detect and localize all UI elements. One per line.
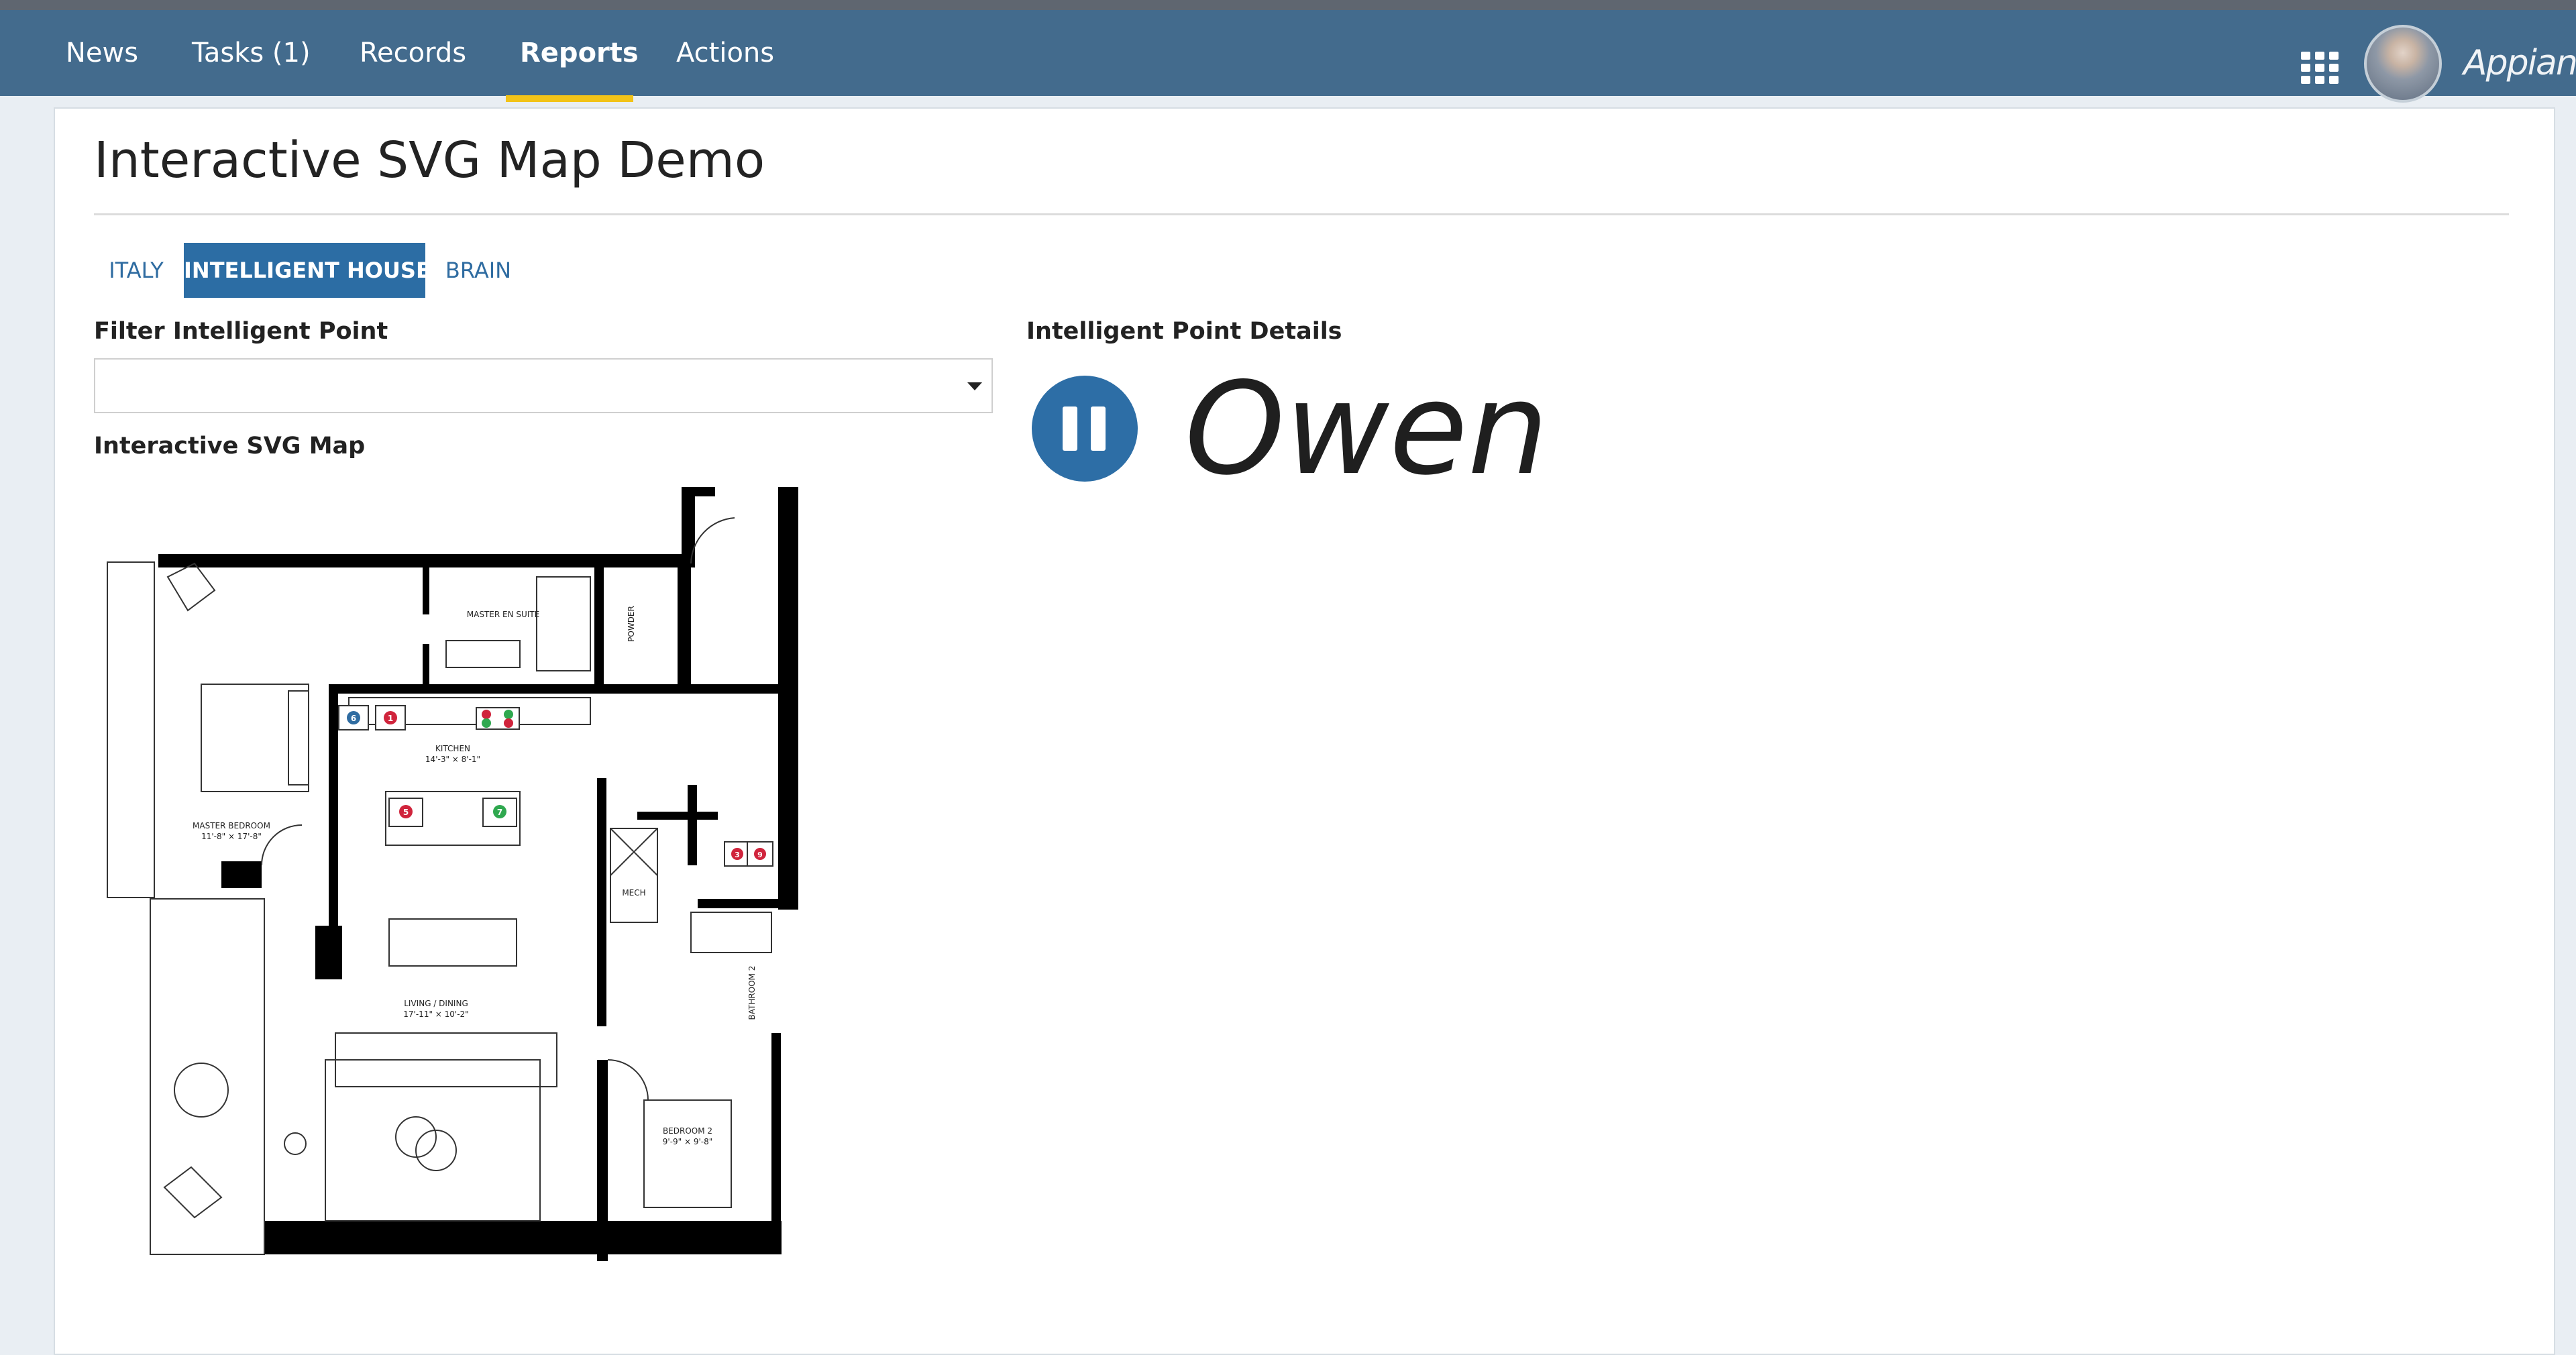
- bedroom2-bed: [643, 1099, 732, 1208]
- room-label-kitchen-dims: 14'-3" × 8'-1": [425, 755, 480, 764]
- vanity: [445, 640, 521, 668]
- intelligent-point-6[interactable]: 6: [338, 705, 369, 730]
- wall: [265, 1221, 782, 1254]
- bed-pillows: [288, 690, 309, 785]
- room-label-master-bedroom: MASTER BEDROOM: [193, 821, 270, 830]
- title-divider: [94, 213, 2509, 215]
- wall: [688, 785, 697, 865]
- balcony: [107, 561, 155, 898]
- svg-text:5: 5: [403, 808, 409, 817]
- svg-text:6: 6: [351, 714, 356, 723]
- page-title: Interactive SVG Map Demo: [94, 131, 765, 189]
- intelligent-point-9[interactable]: 9: [747, 841, 773, 867]
- room-label-bedroom2-dims: 9'-9" × 9'-8": [663, 1137, 713, 1146]
- intelligent-point-5[interactable]: 5: [388, 798, 423, 827]
- wall: [682, 487, 695, 567]
- active-nav-indicator: [506, 95, 633, 102]
- table-chair: [174, 1063, 229, 1118]
- appian-logo: Appian: [2463, 43, 2576, 83]
- nav-reports[interactable]: Reports: [520, 10, 639, 96]
- wall: [637, 812, 718, 820]
- wall: [423, 567, 429, 614]
- svg-text:1: 1: [388, 714, 393, 723]
- ensuite-shower: [536, 576, 591, 671]
- map-label: Interactive SVG Map: [94, 433, 366, 459]
- filter-label: Filter Intelligent Point: [94, 318, 388, 345]
- room-label-powder: POWDER: [627, 606, 636, 642]
- interactive-svg-map[interactable]: MASTER EN SUITE POWDER KITCHEN 14'-3" × …: [101, 483, 805, 1261]
- wall: [594, 567, 604, 688]
- top-navigation-bar: News Tasks (1) Records Reports Actions A…: [0, 10, 2576, 103]
- bathroom-tub: [690, 912, 772, 953]
- intelligent-point-7[interactable]: 7: [482, 798, 517, 827]
- dining-table: [388, 918, 517, 967]
- selected-point-name: Owen: [1185, 355, 1549, 503]
- tab-italy[interactable]: ITALY: [94, 243, 178, 298]
- chevron-down-icon: [967, 382, 982, 390]
- filter-intelligent-point-dropdown[interactable]: [94, 358, 993, 413]
- window-top-strip: [0, 0, 2576, 10]
- wall: [682, 487, 715, 496]
- intelligent-point-1[interactable]: 1: [375, 705, 406, 730]
- nav-records[interactable]: Records: [360, 10, 466, 96]
- nav-news[interactable]: News: [66, 10, 138, 96]
- nav-tasks[interactable]: Tasks (1): [192, 10, 311, 96]
- grid-icon[interactable]: [2301, 52, 2339, 84]
- room-label-living-dining: LIVING / DINING: [404, 999, 468, 1008]
- armchair: [163, 1166, 223, 1219]
- room-label-master-ensuite: MASTER EN SUITE: [467, 610, 539, 619]
- wall: [158, 554, 682, 567]
- room-label-master-bedroom-dims: 11'-8" × 17'-8": [201, 832, 262, 841]
- room-label-kitchen: KITCHEN: [435, 744, 470, 753]
- wall: [678, 567, 691, 688]
- wall: [315, 926, 342, 979]
- svg-text:9: 9: [757, 851, 763, 859]
- terrace: [150, 898, 265, 1255]
- wall: [698, 899, 785, 908]
- side-table: [284, 1132, 307, 1155]
- stove-burners[interactable]: [476, 707, 520, 730]
- mech-room: [610, 828, 658, 923]
- pause-button[interactable]: [1032, 376, 1138, 482]
- room-label-bedroom2: BEDROOM 2: [663, 1126, 712, 1136]
- tab-brain[interactable]: BRAIN: [433, 243, 524, 298]
- bed: [201, 684, 309, 792]
- door-swing: [607, 1059, 649, 1101]
- intelligent-point-3[interactable]: 3: [724, 841, 751, 867]
- user-avatar[interactable]: [2364, 25, 2442, 103]
- wall: [423, 644, 429, 691]
- living-rug: [325, 1059, 541, 1222]
- details-label: Intelligent Point Details: [1026, 318, 1342, 345]
- svg-text:7: 7: [497, 808, 502, 817]
- wall: [329, 684, 785, 694]
- svg-text:3: 3: [735, 851, 740, 859]
- wall: [778, 487, 798, 910]
- wall: [597, 778, 606, 1026]
- room-label-living-dining-dims: 17'-11" × 10'-2": [403, 1010, 468, 1019]
- door-swing: [261, 824, 303, 866]
- pause-icon: [1063, 406, 1077, 451]
- armchair: [166, 562, 216, 612]
- tab-intelligent-house[interactable]: INTELLIGENT HOUSE: [184, 243, 431, 298]
- room-label-bathroom2: BATHROOM 2: [747, 966, 757, 1020]
- wall: [221, 861, 262, 888]
- nav-actions[interactable]: Actions: [676, 10, 774, 96]
- door-swing: [690, 517, 735, 564]
- room-label-mech: MECH: [622, 888, 645, 898]
